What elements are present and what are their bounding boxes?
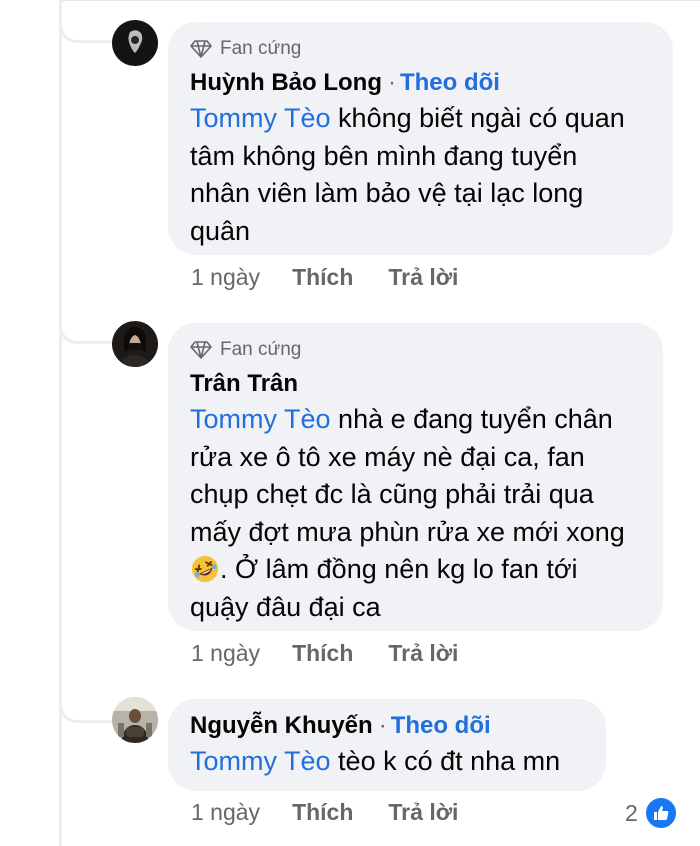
author-name[interactable]: Trân Trân	[190, 370, 298, 397]
thread-line	[59, 0, 62, 846]
text-line: quậy đâu đại ca	[190, 591, 381, 622]
diamond-icon	[190, 341, 212, 359]
timestamp[interactable]: 1 ngày	[191, 264, 260, 291]
reply-button[interactable]: Trả lời	[388, 640, 458, 667]
text-line: không biết ngài có quan	[330, 103, 625, 133]
text-line: rửa xe ô tô xe máy nè đại ca, fan	[190, 441, 585, 472]
timestamp[interactable]: 1 ngày	[191, 640, 260, 667]
badge-label: Fan cứng	[220, 339, 302, 360]
comment-actions: 1 ngày Thích Trả lời	[191, 640, 458, 667]
reaction-count: 2	[625, 799, 638, 826]
top-divider	[62, 0, 700, 1]
mention-link[interactable]: Tommy Tèo	[190, 404, 331, 434]
avatar[interactable]	[112, 20, 158, 66]
top-fan-badge: Fan cứng	[190, 36, 653, 62]
like-button[interactable]: Thích	[292, 640, 353, 667]
comment-bubble: Nguyễn Khuyến · Theo dõi Tommy Tèo tèo k c…	[168, 699, 606, 791]
text-line: chụp chẹt đc là cũng phải trải qua	[190, 479, 594, 509]
like-icon	[643, 796, 678, 830]
text-line: . Ở lâm đồng nên kg lo fan tới	[220, 554, 578, 584]
follow-link[interactable]: Theo dõi	[391, 712, 491, 739]
text-line: nhà e đang tuyển chân	[330, 404, 613, 434]
timestamp[interactable]: 1 ngày	[191, 799, 260, 826]
avatar[interactable]	[112, 697, 158, 743]
comment-bubble: Fan cứng Trân Trân Tommy Tèo nhà e đang …	[168, 323, 663, 631]
text-line: quân	[190, 215, 251, 246]
reply-button[interactable]: Trả lời	[388, 264, 458, 291]
reply-connector	[59, 690, 120, 723]
reply-connector	[59, 10, 120, 43]
reply-connector	[59, 311, 120, 344]
reply-button[interactable]: Trả lời	[388, 799, 458, 826]
text-line: nhân viên làm bảo vệ tại lạc long	[190, 178, 584, 208]
comment-text: Tommy Tèo không biết ngài có quan tâm kh…	[190, 100, 653, 250]
text-line: mấy đợt mưa phùn rửa xe mới xong	[190, 516, 625, 547]
author-name[interactable]: Huỳnh Bảo Long	[190, 69, 382, 96]
comment-actions: 1 ngày Thích Trả lời	[191, 799, 458, 826]
like-button[interactable]: Thích	[292, 264, 353, 291]
mention-link[interactable]: Tommy Tèo	[190, 746, 331, 776]
avatar[interactable]	[112, 321, 158, 367]
follow-link[interactable]: Theo dõi	[400, 69, 500, 96]
badge-label: Fan cứng	[220, 38, 302, 59]
comment-bubble: Fan cứng Huỳnh Bảo Long · Theo dõi Tommy T…	[168, 22, 673, 255]
mention-link[interactable]: Tommy Tèo	[190, 103, 331, 133]
text-line: tèo k có đt nha mn	[330, 746, 561, 776]
like-button[interactable]: Thích	[292, 799, 353, 826]
diamond-icon	[190, 40, 212, 58]
comment-text: Tommy Tèo tèo k có đt nha mn	[190, 743, 586, 781]
reaction-summary[interactable]: 2	[625, 796, 678, 830]
separator-dot: ·	[387, 69, 396, 96]
separator-dot: ·	[378, 712, 387, 739]
text-line: tâm không bên mình đang tuyển	[190, 140, 578, 171]
author-name[interactable]: Nguyễn Khuyến	[190, 712, 373, 739]
laughing-emoji-icon	[191, 555, 219, 583]
top-fan-badge: Fan cứng	[190, 337, 643, 363]
comment-text: Tommy Tèo nhà e đang tuyển chân rửa xe ô…	[190, 401, 643, 626]
comment-actions: 1 ngày Thích Trả lời	[191, 264, 458, 291]
